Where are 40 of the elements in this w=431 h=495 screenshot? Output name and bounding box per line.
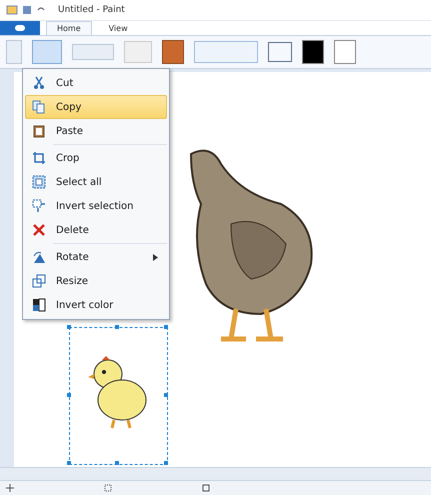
menu-item[interactable]: Copy (25, 95, 167, 119)
file-menu-button[interactable] (0, 21, 40, 35)
selection-handle[interactable] (67, 393, 71, 397)
menu-item[interactable]: Resize (25, 269, 167, 293)
selection-handle[interactable] (115, 325, 119, 329)
selection-size-icon (104, 484, 112, 492)
select-all-icon (32, 175, 46, 189)
selection-handle[interactable] (115, 461, 119, 465)
scissors-icon (32, 76, 46, 90)
delete-icon (32, 223, 46, 237)
window-title: Untitled - Paint (58, 5, 125, 15)
color-swatch[interactable] (334, 40, 356, 64)
horizontal-scrollbar[interactable] (0, 467, 431, 480)
color-swatch[interactable] (302, 40, 324, 64)
menu-item[interactable]: Crop (25, 146, 167, 170)
menu-item[interactable]: Select all (25, 170, 167, 194)
selection-handle[interactable] (164, 325, 168, 329)
clipboard-icon (32, 124, 46, 138)
crop-icon (32, 151, 46, 165)
ribbon-tab[interactable]: Home (46, 21, 92, 35)
menu-item[interactable]: Cut (25, 71, 167, 95)
selection-handle[interactable] (164, 461, 168, 465)
image-size-icon (202, 484, 210, 492)
save-icon[interactable] (22, 5, 32, 15)
selection-handle[interactable] (67, 461, 71, 465)
selection-handle[interactable] (164, 393, 168, 397)
selection-handle[interactable] (67, 325, 71, 329)
rotate-icon (32, 250, 46, 264)
paint-icon (6, 5, 18, 15)
invert-color-icon (32, 298, 46, 312)
selection-rectangle[interactable] (69, 327, 168, 465)
invert-selection-icon (32, 199, 46, 213)
cursor-position-icon (6, 484, 14, 492)
menu-item[interactable]: Invert selection (25, 194, 167, 218)
menu-item[interactable]: Rotate (25, 245, 167, 269)
resize-icon (32, 274, 46, 288)
copy-icon (32, 100, 46, 114)
menu-item[interactable]: Paste (25, 119, 167, 143)
menu-item[interactable]: Delete (25, 218, 167, 242)
menu-item[interactable]: Invert color (25, 293, 167, 317)
